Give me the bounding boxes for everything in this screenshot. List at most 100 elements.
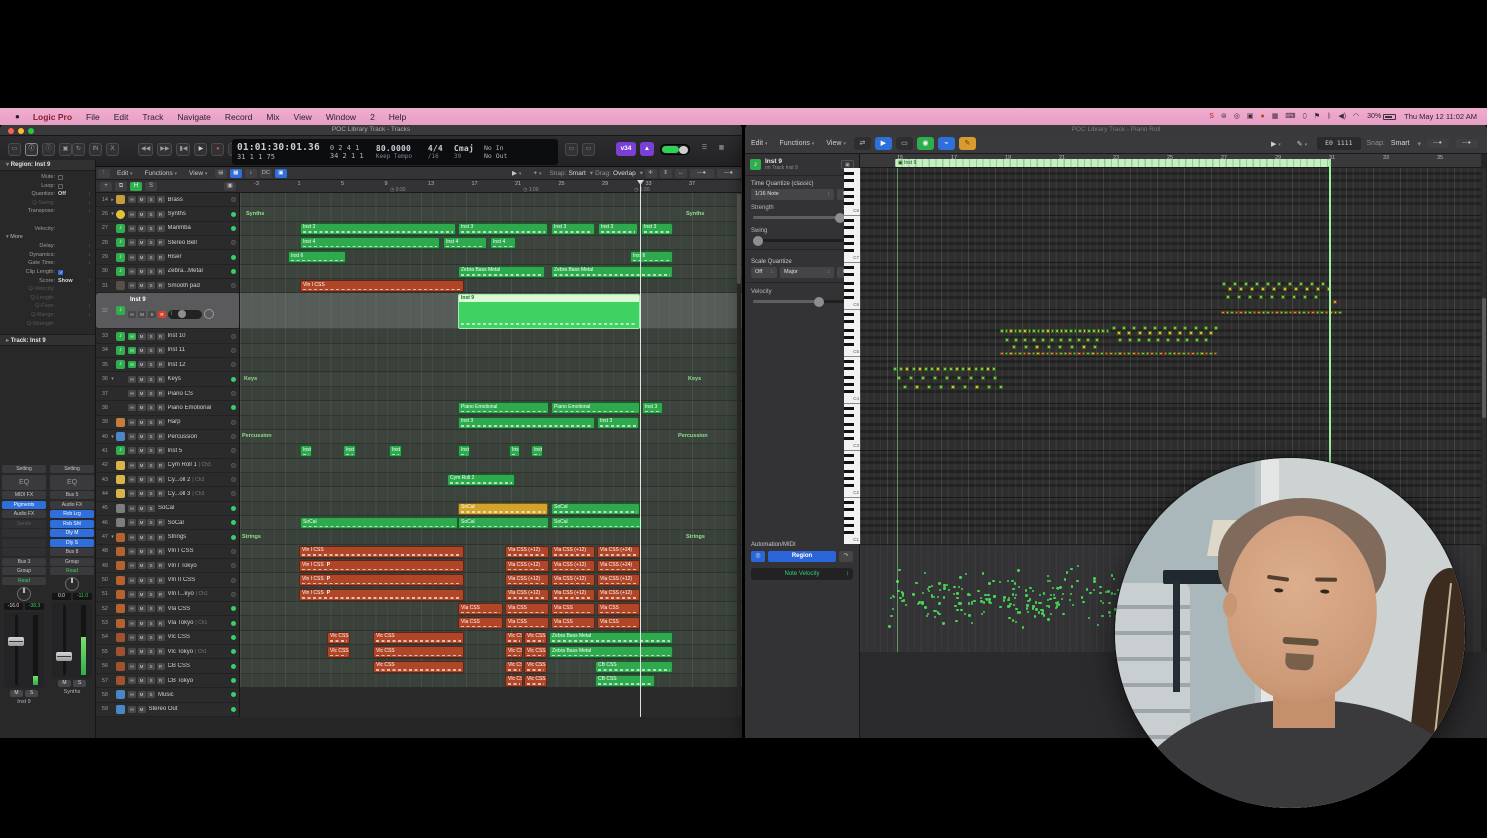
midi-note[interactable] (1155, 352, 1159, 355)
velocity-dot[interactable] (953, 593, 955, 595)
velocity-dot[interactable] (948, 589, 950, 591)
inspector-value[interactable]: Show (58, 277, 73, 286)
mute-button[interactable]: M (138, 663, 146, 670)
track-header-vlc-css[interactable]: 54HMSRVlc CSS (96, 631, 240, 645)
midi-note[interactable] (1041, 352, 1045, 355)
hide-button[interactable]: H (128, 447, 136, 454)
mute-button[interactable]: M (138, 376, 146, 383)
midi-note[interactable] (1055, 329, 1059, 333)
region-vla-css-24-[interactable]: Vla CSS (+24) (597, 546, 640, 558)
track-header-cb-css[interactable]: 56HMSRCB CSS (96, 660, 240, 674)
mute-button[interactable]: M (138, 268, 146, 275)
black-key[interactable] (844, 501, 854, 504)
midi-note[interactable] (992, 367, 996, 371)
velocity-dot[interactable] (1108, 611, 1110, 613)
record-enable-button[interactable]: R (157, 534, 165, 541)
grid-icon[interactable]: ▦ (1272, 108, 1279, 125)
record-enable-button[interactable]: R (157, 347, 165, 354)
black-key[interactable] (844, 195, 854, 198)
pan-knob[interactable] (17, 587, 31, 601)
midi-note[interactable] (955, 367, 959, 371)
midi-note[interactable] (1294, 287, 1298, 291)
track-header-piano-cs[interactable]: 37HMSRPiano CS (96, 387, 240, 401)
velocity-dot[interactable] (987, 594, 989, 596)
midi-note[interactable] (951, 385, 955, 389)
mute-button[interactable]: M (138, 634, 146, 641)
midi-note[interactable] (1032, 338, 1036, 342)
hide-button[interactable]: H (128, 239, 136, 246)
midi-note[interactable] (1096, 352, 1100, 355)
stepper-icon[interactable]: ↕ (89, 311, 92, 320)
pr-zoom-slider-h[interactable]: —● (1456, 139, 1478, 148)
velocity-dot[interactable] (967, 593, 969, 595)
hide-button[interactable]: H (128, 490, 136, 497)
track-header-stereo-bell[interactable]: 28♪HMSRStereo Bell (96, 236, 240, 250)
track-header-keys[interactable]: 36▾HMSRKeys (96, 373, 240, 387)
black-key[interactable] (844, 508, 854, 511)
tuner-button[interactable]: ▭ (565, 143, 578, 156)
velocity-dot[interactable] (937, 611, 939, 613)
velocity-dot[interactable] (993, 595, 995, 597)
velocity-dot[interactable] (954, 605, 956, 607)
velocity-dot[interactable] (1013, 604, 1015, 606)
solo-button[interactable]: S (147, 447, 155, 454)
play-button[interactable]: ▶ (194, 143, 207, 156)
zoom-button[interactable] (28, 128, 34, 134)
swing-slider[interactable] (753, 239, 851, 242)
mute-button[interactable]: M (138, 548, 146, 555)
automation-region-button[interactable]: Region (768, 551, 836, 562)
velocity-dot[interactable] (1047, 618, 1049, 620)
record-enable-button[interactable]: R (157, 225, 165, 232)
solo-button[interactable]: S (147, 519, 155, 526)
midi-note[interactable] (1077, 352, 1081, 355)
midi-note[interactable] (999, 385, 1003, 389)
velocity-dot[interactable] (1050, 594, 1052, 596)
zoom-slider-h[interactable]: —● (717, 169, 741, 178)
region-socal[interactable]: SoCal (551, 517, 642, 529)
velocity-dot[interactable] (943, 584, 945, 586)
midi-note[interactable] (1127, 352, 1131, 355)
solo-button[interactable]: S (147, 211, 155, 218)
midi-note[interactable] (1112, 326, 1116, 330)
midi-note[interactable] (1259, 295, 1263, 299)
track-header-riser[interactable]: 29♪HMSRRiser (96, 250, 240, 264)
velocity-dot[interactable] (924, 572, 926, 574)
midi-note[interactable] (918, 367, 922, 371)
shield-icon[interactable]: ⊜ (1221, 108, 1227, 125)
midi-note[interactable] (1023, 338, 1027, 342)
region-vla-css-12-[interactable]: Vla CSS (+12) (505, 546, 549, 558)
black-key[interactable] (844, 235, 854, 238)
midi-note[interactable] (1159, 352, 1163, 355)
mute-button[interactable]: M (138, 577, 146, 584)
zoom-slider-v[interactable]: —● (690, 169, 714, 178)
hide-button[interactable]: H (128, 620, 136, 627)
mute-button[interactable]: M (138, 562, 146, 569)
region-vlc-css[interactable]: Vlc CSS (505, 661, 523, 673)
velocity-dot[interactable] (1058, 603, 1060, 605)
midi-note[interactable] (1153, 326, 1157, 330)
midi-note[interactable] (1014, 329, 1018, 333)
velocity-dot[interactable] (1102, 602, 1104, 604)
hide-button[interactable]: H (128, 311, 136, 318)
velocity-dot[interactable] (1038, 611, 1040, 613)
midi-note[interactable] (1189, 331, 1193, 335)
black-key[interactable] (844, 437, 854, 440)
black-key[interactable] (844, 360, 854, 363)
velocity-dot[interactable] (1107, 590, 1109, 592)
region-cb-css[interactable]: CB CSS (595, 675, 655, 687)
black-key[interactable] (844, 179, 854, 182)
region-inst-3[interactable]: Inst 3 (458, 223, 548, 235)
velocity-dot[interactable] (1057, 601, 1059, 603)
velocity-dot[interactable] (1061, 598, 1063, 600)
region-inst-3[interactable]: Inst 3 (598, 223, 638, 235)
midi-note[interactable] (981, 376, 985, 380)
midi-note[interactable] (1041, 338, 1045, 342)
midi-note[interactable] (1069, 329, 1073, 333)
region-socal[interactable]: SoCal (300, 517, 458, 529)
region-vlc-css[interactable]: Vlc CSS (505, 632, 523, 644)
record-enable-button[interactable]: R (157, 404, 165, 411)
midi-note[interactable] (1292, 295, 1296, 299)
record-enable-button[interactable]: R (157, 677, 165, 684)
camera-icon[interactable]: ◎ (1234, 108, 1240, 125)
hide-button[interactable]: H (128, 562, 136, 569)
